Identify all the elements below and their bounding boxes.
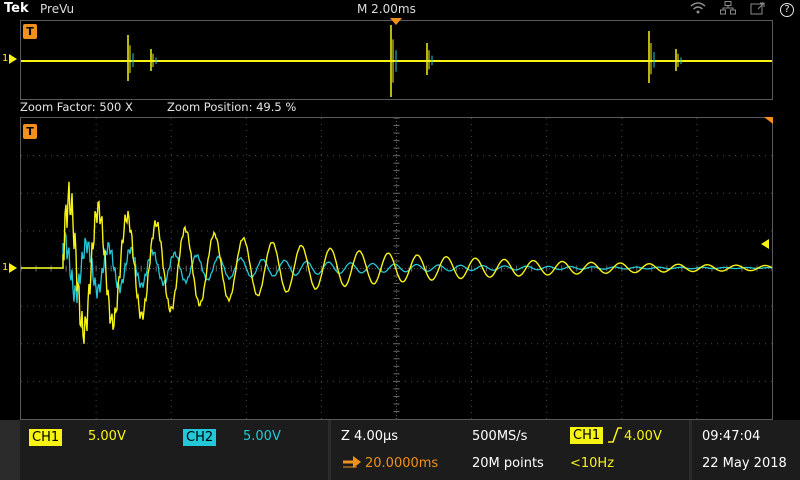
trigger-frequency: <10Hz (570, 456, 615, 471)
zoom-trigger-marker[interactable]: T (23, 124, 37, 139)
bottom-control-bar: CH1 5.00V CH2 5.00V Z 4.00µs 500MS/s 20.… (0, 420, 800, 480)
sample-rate: 500MS/s (472, 429, 528, 444)
top-status-bar: Tek PreVu M 2.00ms ? (0, 0, 800, 20)
ch1-marker-label: 1 (2, 53, 9, 64)
overview-waveform-panel[interactable] (20, 20, 773, 100)
ch2-scale[interactable]: 5.00V (243, 429, 281, 444)
horizontal-trigger-area[interactable]: Z 4.00µs 500MS/s 20.0000ms 20M points CH… (331, 420, 689, 480)
zoom-waveform-panel[interactable] (20, 117, 773, 420)
ch1-badge[interactable]: CH1 (29, 429, 63, 446)
brand-logo: Tek (4, 1, 29, 16)
trigger-source-badge[interactable]: CH1 (570, 427, 604, 444)
trigger-level-marker[interactable] (759, 238, 771, 250)
ch1-scale[interactable]: 5.00V (88, 429, 126, 444)
help-icon[interactable]: ? (780, 3, 794, 17)
record-length: 20M points (472, 456, 544, 471)
zoom-position: Zoom Position: 49.5 % (167, 100, 297, 114)
wifi-icon[interactable] (690, 1, 706, 20)
acquisition-mode: PreVu (40, 2, 75, 16)
trigger-marker-label: T (26, 125, 34, 138)
timebase-readout[interactable]: M 2.00ms (357, 2, 416, 16)
rising-edge-icon (607, 426, 623, 448)
trigger-marker-label: T (26, 25, 34, 38)
overview-trigger-position-marker[interactable] (390, 18, 402, 26)
ch2-label: CH2 (186, 430, 214, 445)
channel-settings-area: CH1 5.00V CH2 5.00V (20, 420, 328, 480)
clock-date: 22 May 2018 (702, 456, 787, 471)
zoom-factor: Zoom Factor: 500 X (20, 100, 133, 114)
overview-trigger-marker[interactable]: T (23, 24, 37, 39)
network-icon[interactable] (720, 0, 736, 20)
ch1-label: CH1 (32, 430, 60, 445)
zoom-info-bar: Zoom Factor: 500 X Zoom Position: 49.5 % (0, 99, 800, 116)
clock-time: 09:47:04 (702, 429, 761, 444)
ch2-badge[interactable]: CH2 (183, 429, 217, 446)
system-icons: ? (690, 0, 794, 20)
overview-waveform (21, 25, 772, 97)
trigger-source-label: CH1 (573, 428, 601, 443)
clock-area: 09:47:04 22 May 2018 (692, 420, 800, 480)
delay-arrow-icon (341, 454, 363, 473)
zoom-corner-marker (764, 117, 773, 124)
trigger-level: 4.00V (624, 429, 662, 444)
horizontal-delay: 20.0000ms (365, 456, 439, 471)
export-icon[interactable] (750, 1, 766, 20)
zoom-waveform (21, 118, 772, 419)
zoom-scale: Z 4.00µs (341, 429, 399, 444)
ch1-marker-label: 1 (2, 262, 9, 273)
